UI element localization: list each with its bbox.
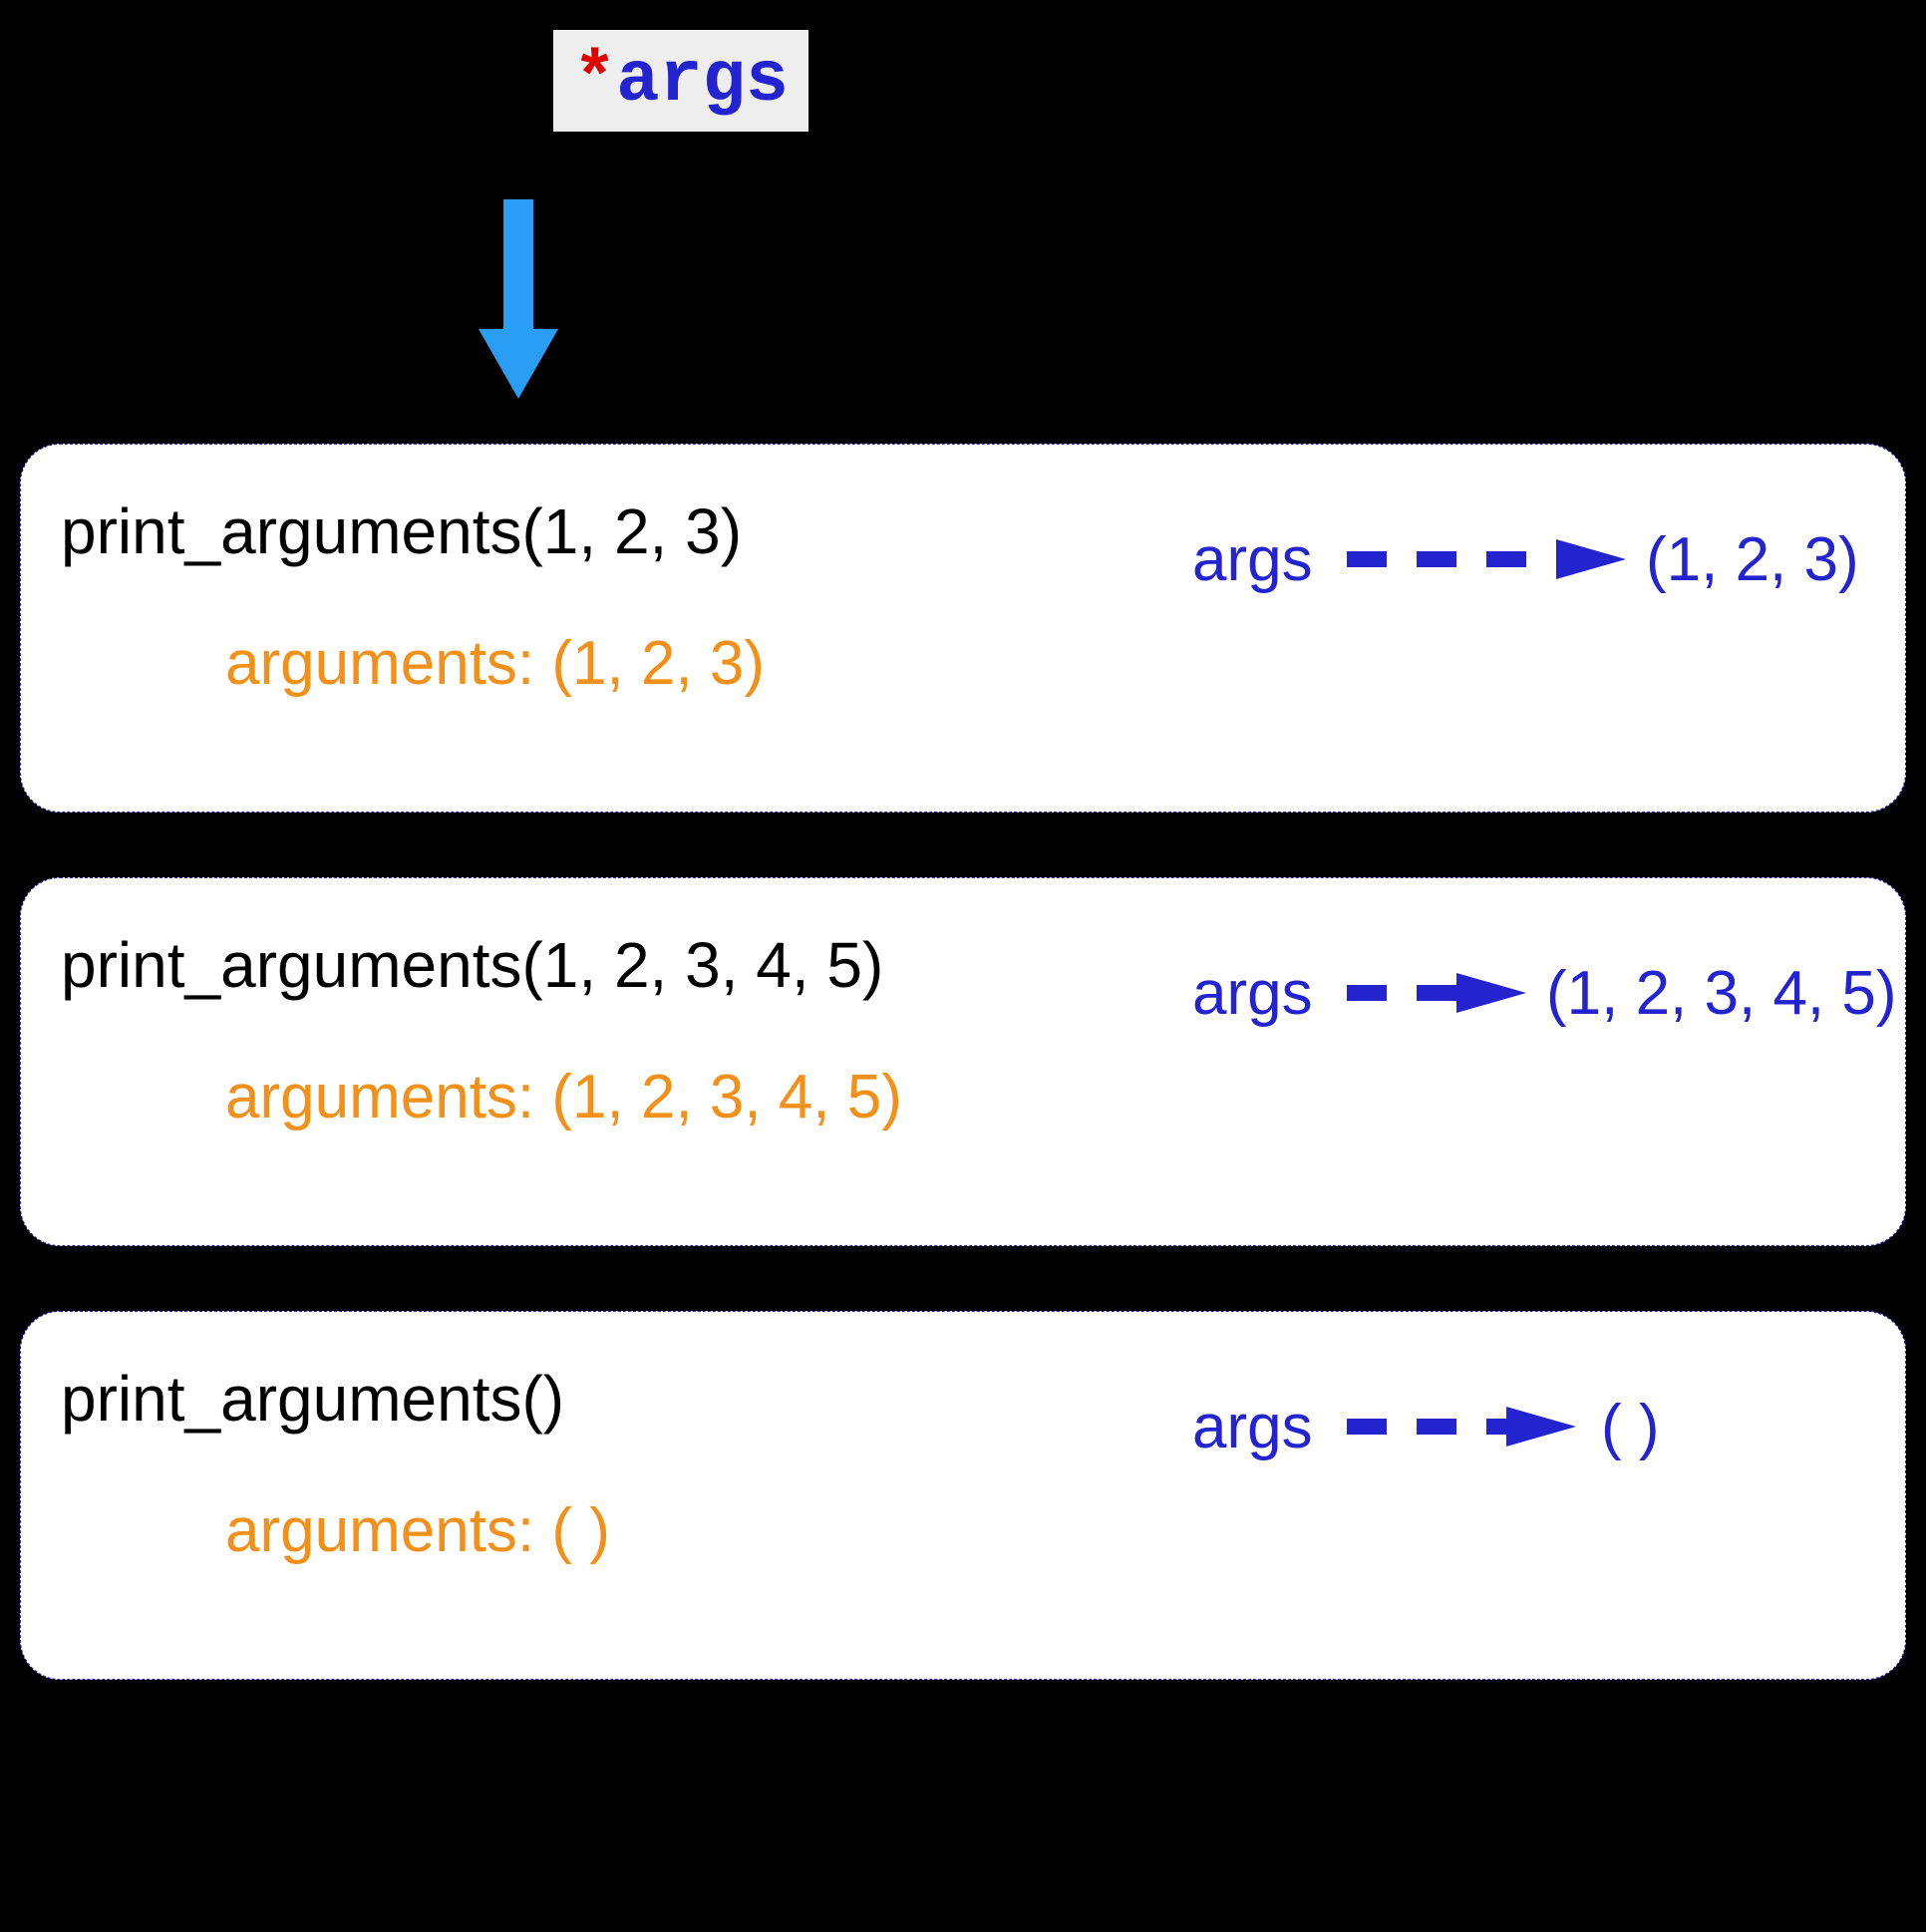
tuple-value: (1, 2, 3) — [1646, 524, 1859, 595]
output-line: arguments: ( ) — [225, 1495, 1865, 1566]
example-box-3: print_arguments() arguments: ( ) args ( … — [20, 1311, 1906, 1680]
args-label: args — [1192, 1392, 1313, 1462]
output-line: arguments: (1, 2, 3, 4, 5) — [225, 1062, 1865, 1132]
example-box-2: print_arguments(1, 2, 3, 4, 5) arguments… — [20, 877, 1906, 1246]
dashed-arrow-icon — [1347, 534, 1626, 584]
args-keyword: args — [616, 40, 789, 122]
tuple-value: ( ) — [1601, 1392, 1660, 1462]
down-arrow-icon — [479, 199, 558, 399]
example-box-1: print_arguments(1, 2, 3) arguments: (1, … — [20, 444, 1906, 812]
args-label: args — [1192, 958, 1313, 1029]
call-line: print_arguments() — [61, 1362, 1865, 1436]
dashed-arrow-icon — [1347, 1402, 1576, 1451]
tuple-value: (1, 2, 3, 4, 5) — [1546, 958, 1897, 1029]
output-line: arguments: (1, 2, 3) — [225, 628, 1865, 699]
args-label: args — [1192, 524, 1313, 595]
dashed-arrow-icon — [1347, 968, 1526, 1018]
args-code-box: *args — [553, 30, 808, 132]
star-operator: * — [573, 40, 616, 122]
